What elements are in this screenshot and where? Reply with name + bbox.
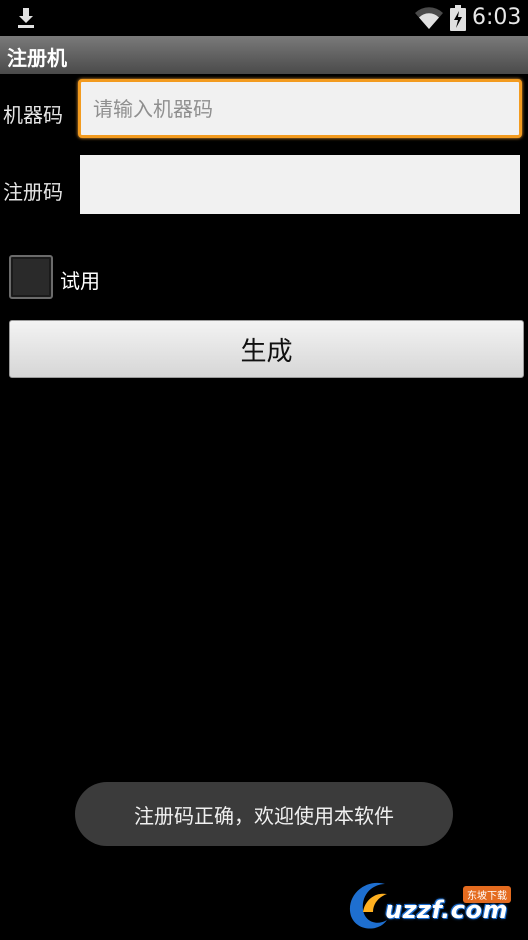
trial-checkbox-label[interactable]: 试用	[60, 265, 100, 294]
wifi-icon	[415, 7, 443, 30]
watermark-text: uzzf.com	[385, 896, 508, 924]
machine-code-input[interactable]	[78, 79, 522, 138]
trial-checkbox[interactable]	[9, 255, 53, 299]
status-bar: 6:03	[0, 0, 528, 36]
machine-code-label: 机器码	[3, 103, 63, 127]
toast-text: 注册码正确，欢迎使用本软件	[134, 803, 394, 828]
reg-code-input[interactable]	[80, 155, 520, 214]
toast-message: 注册码正确，欢迎使用本软件	[75, 782, 453, 846]
app-title: 注册机	[7, 46, 67, 70]
battery-charging-icon	[450, 5, 466, 31]
watermark-logo: 东坡下载 uzzf.com	[343, 872, 525, 932]
app-title-bar: 注册机	[0, 36, 528, 74]
generate-button[interactable]: 生成	[9, 320, 524, 378]
reg-code-label: 注册码	[3, 180, 63, 204]
clock-time: 6:03	[472, 5, 522, 30]
download-icon	[18, 8, 34, 28]
